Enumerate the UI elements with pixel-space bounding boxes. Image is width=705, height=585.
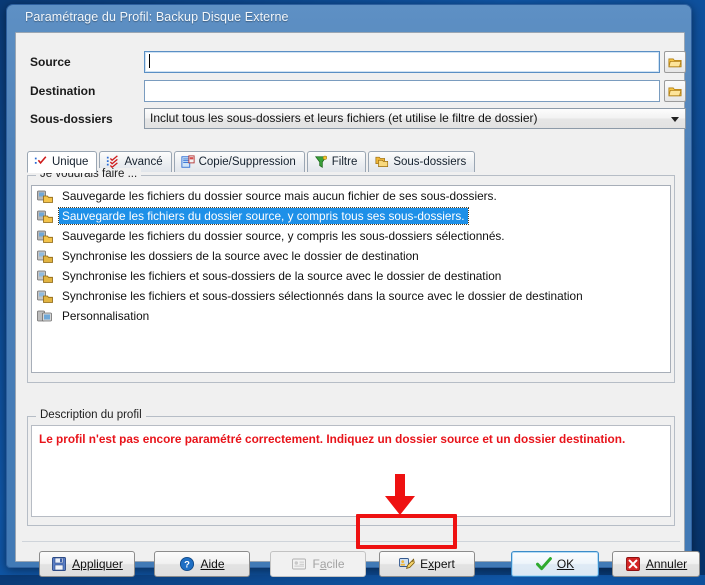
tab-sous-dossiers-label: Sous-dossiers bbox=[393, 156, 467, 168]
list-item[interactable]: Sauvegarde les fichiers du dossier sourc… bbox=[32, 226, 670, 246]
easy-button[interactable]: Facile bbox=[270, 551, 366, 577]
funnel-icon bbox=[314, 155, 327, 168]
list-item-label: Sauvegarde les fichiers du dossier sourc… bbox=[62, 189, 497, 203]
apply-button[interactable]: Appliquer bbox=[39, 551, 135, 577]
ok-button[interactable]: OK bbox=[511, 551, 599, 577]
tab-unique[interactable]: Unique bbox=[27, 151, 98, 173]
expert-button[interactable]: Expert bbox=[379, 551, 475, 577]
list-item[interactable]: Synchronise les dossiers de la source av… bbox=[32, 246, 670, 266]
subfolders-select[interactable]: Inclut tous les sous-dossiers et leurs f… bbox=[144, 108, 686, 129]
tab-copie-suppression[interactable]: Copie/Suppression bbox=[173, 151, 305, 172]
actions-listbox[interactable]: Sauvegarde les fichiers du dossier sourc… bbox=[31, 185, 671, 373]
cancel-button-label: Annuler bbox=[645, 557, 688, 571]
list-item-label: Synchronise les fichiers et sous-dossier… bbox=[62, 289, 583, 303]
card-icon bbox=[292, 558, 307, 570]
help-button-label: Aide bbox=[200, 557, 225, 571]
list-item-label: Sauvegarde les fichiers du dossier sourc… bbox=[58, 207, 469, 225]
sync-folder-icon bbox=[37, 250, 53, 263]
text-caret bbox=[149, 54, 150, 68]
red-x-icon bbox=[625, 557, 640, 571]
subfolders-label: Sous-dossiers bbox=[30, 112, 113, 126]
folder-icon bbox=[668, 58, 682, 68]
backup-folder-icon bbox=[37, 210, 53, 223]
destination-row: Destination bbox=[30, 80, 140, 102]
dialog-client-area: Source Destination Sous-dossiers Inclut … bbox=[15, 32, 700, 577]
list-item[interactable]: Personnalisation bbox=[32, 306, 670, 326]
list-item[interactable]: Synchronise les fichiers et sous-dossier… bbox=[32, 266, 670, 286]
profile-description-text: Le profil n'est pas encore paramétré cor… bbox=[39, 432, 626, 446]
folders-icon bbox=[375, 156, 389, 167]
tab-sous-dossiers[interactable]: Sous-dossiers bbox=[368, 151, 476, 172]
list-item[interactable]: Sauvegarde les fichiers du dossier sourc… bbox=[32, 186, 670, 206]
list-item-label: Sauvegarde les fichiers du dossier sourc… bbox=[62, 229, 505, 243]
easy-button-label: Facile bbox=[312, 557, 345, 571]
expert-button-label: Expert bbox=[420, 557, 455, 571]
ok-button-label: OK bbox=[556, 557, 575, 571]
subfolders-selected-value: Inclut tous les sous-dossiers et leurs f… bbox=[150, 111, 538, 125]
window-title: Paramétrage du Profil: Backup Disque Ext… bbox=[25, 10, 289, 24]
backup-folder-icon bbox=[37, 190, 53, 203]
source-input[interactable] bbox=[144, 51, 660, 73]
dialog-window: Paramétrage du Profil: Backup Disque Ext… bbox=[6, 4, 700, 577]
chevron-down-icon bbox=[671, 117, 679, 122]
wizard-icon bbox=[399, 558, 415, 570]
source-row: Source bbox=[30, 51, 140, 73]
apply-button-label: Appliquer bbox=[72, 557, 123, 571]
destination-input[interactable] bbox=[144, 80, 660, 102]
destination-label: Destination bbox=[30, 84, 96, 98]
custom-folder-icon bbox=[37, 310, 52, 322]
sync-folder-icon bbox=[37, 290, 53, 303]
save-disk-icon bbox=[52, 557, 67, 571]
description-box: Le profil n'est pas encore paramétré cor… bbox=[31, 425, 671, 517]
svg-text:?: ? bbox=[185, 560, 191, 571]
list-item-label: Synchronise les dossiers de la source av… bbox=[62, 249, 419, 263]
source-browse-button[interactable] bbox=[664, 51, 686, 73]
help-button[interactable]: ? Aide bbox=[154, 551, 250, 577]
green-check-icon bbox=[535, 557, 552, 571]
sync-folder-icon bbox=[37, 270, 53, 283]
copy-document-icon bbox=[181, 155, 195, 168]
tab-copie-suppression-label: Copie/Suppression bbox=[198, 156, 296, 168]
red-checklist-icon bbox=[107, 155, 119, 169]
destination-browse-button[interactable] bbox=[664, 80, 686, 102]
folder-icon bbox=[668, 87, 682, 97]
list-item-label: Personnalisation bbox=[62, 309, 150, 323]
tab-filtre[interactable]: Filtre bbox=[306, 151, 367, 172]
button-bar: Appliquer ? Aide Facile Expert OK Annule… bbox=[22, 541, 700, 585]
tab-unique-label: Unique bbox=[52, 156, 89, 168]
cancel-button[interactable]: Annuler bbox=[612, 551, 700, 577]
window-title-bar: Paramétrage du Profil: Backup Disque Ext… bbox=[7, 5, 691, 31]
backup-folder-icon bbox=[37, 230, 53, 243]
down-arrow-annotation bbox=[385, 474, 415, 515]
description-group-title: Description du profil bbox=[36, 409, 146, 422]
list-item-label: Synchronise les fichiers et sous-dossier… bbox=[62, 269, 502, 283]
source-label: Source bbox=[30, 55, 71, 69]
question-circle-icon: ? bbox=[180, 556, 195, 572]
checklist-icon bbox=[34, 156, 47, 165]
list-item[interactable]: Synchronise les fichiers et sous-dossier… bbox=[32, 286, 670, 306]
tab-filtre-label: Filtre bbox=[331, 156, 358, 168]
list-item-selected[interactable]: Sauvegarde les fichiers du dossier sourc… bbox=[32, 206, 670, 226]
subfolders-row: Sous-dossiers bbox=[30, 108, 140, 130]
